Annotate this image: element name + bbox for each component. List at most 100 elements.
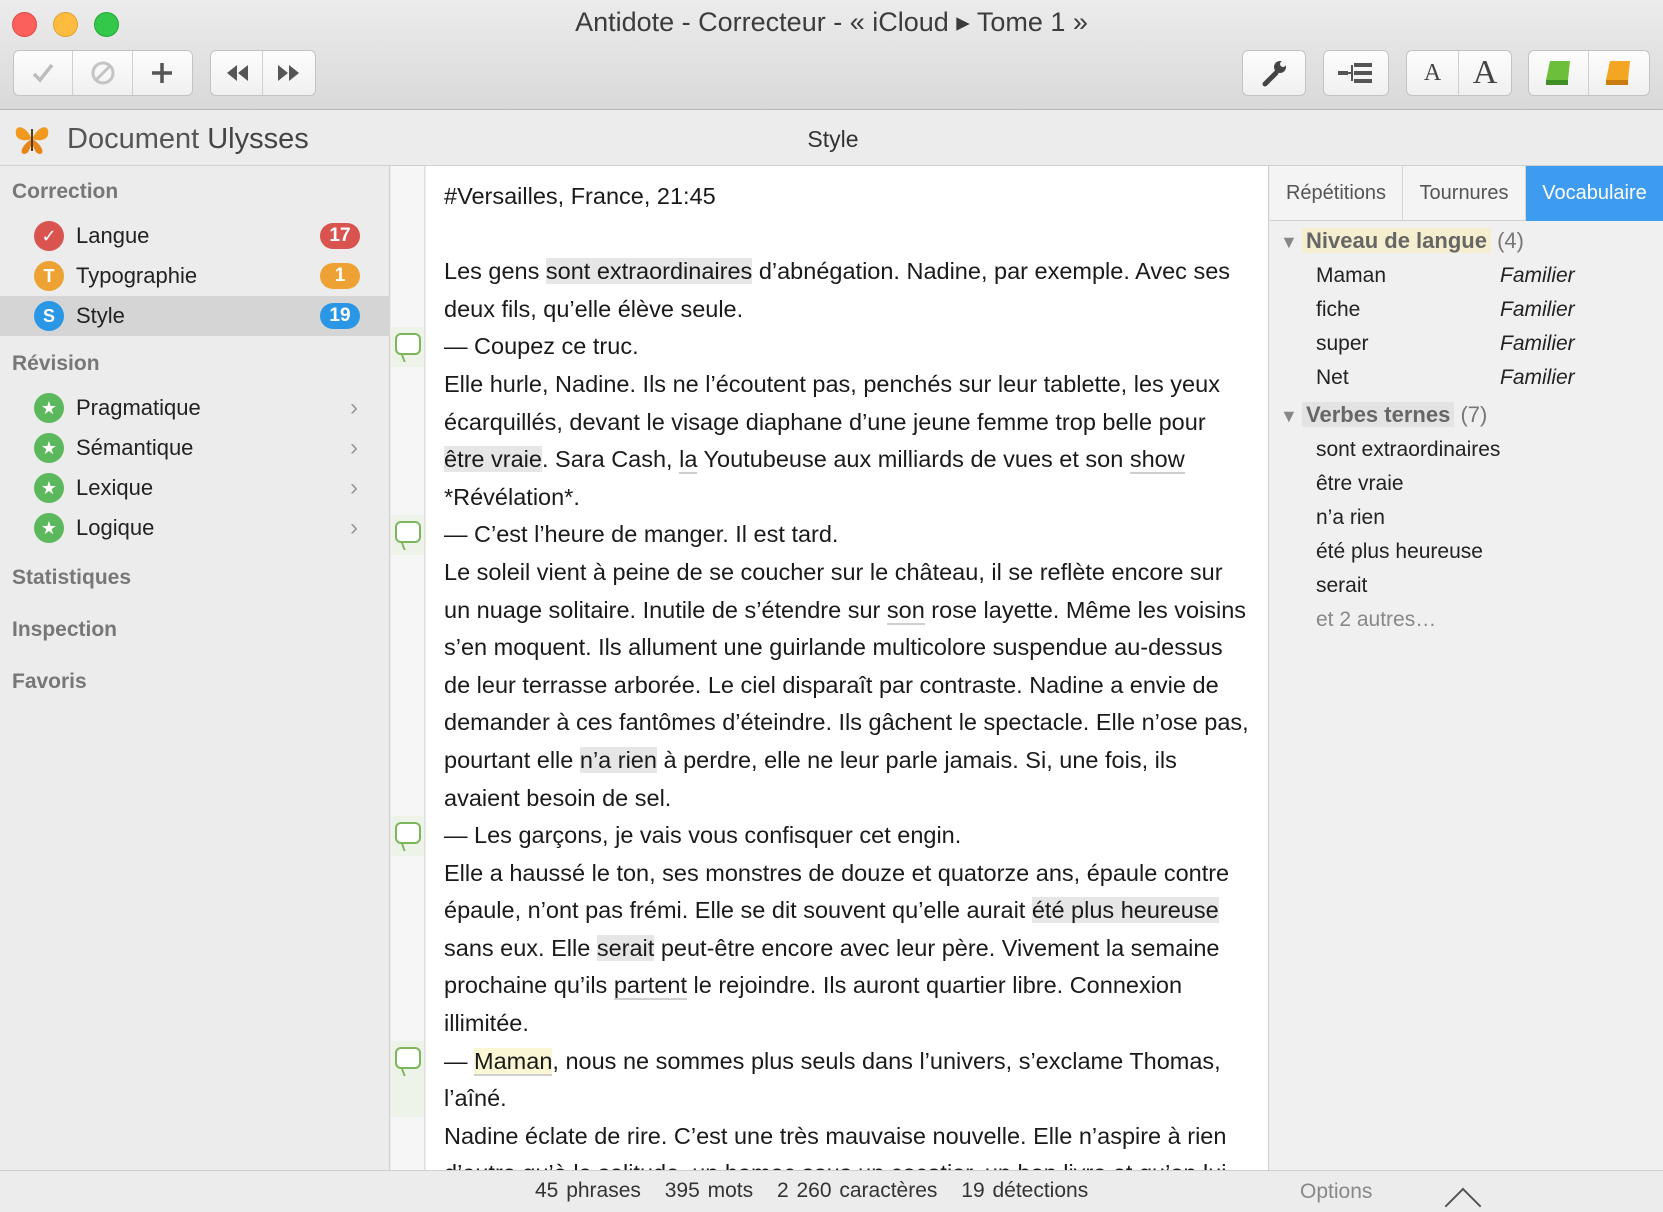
list-item[interactable]: super [1316,332,1369,356]
list-item[interactable]: Maman [1316,264,1386,288]
tree-icon [1338,63,1372,83]
detection-highlight[interactable]: être vraie [444,446,542,473]
list-item-tag: Familier [1500,332,1575,355]
next-button[interactable] [263,51,315,95]
speech-bubble-icon [395,333,421,355]
detection-underline[interactable]: son [886,596,925,625]
group-title: Niveau de langue [1302,228,1491,253]
comment-marker[interactable] [391,816,424,856]
plus-icon [152,63,173,83]
count-badge: 19 [320,303,360,329]
correction-button-group [13,50,193,96]
detection-underline[interactable]: show [1129,446,1185,475]
list-item-tag: Familier [1500,264,1575,287]
section-favoris[interactable]: Favoris [12,670,87,694]
document-text-area[interactable]: #Versailles, France, 21:45 Les gens sont… [426,166,1269,1170]
dialogue-line: — Maman, nous ne sommes plus seuls dans … [444,1047,1221,1112]
typography-icon: T [34,261,64,291]
word-count: 395 mots [664,1179,754,1202]
document-statistics: 45 phrases 395 mots 2 260 caractères 19 … [535,1179,1104,1203]
add-button[interactable] [133,51,192,95]
list-item[interactable]: Net [1316,366,1349,390]
document-header: Document Ulysses Style [0,111,1663,166]
detection-highlight[interactable]: Maman [474,1047,553,1076]
document-text: #Versailles, France, 21:45 Les gens sont… [444,178,1249,1170]
title-bar: Antidote - Correcteur - « iCloud ▸ Tome … [0,0,1663,110]
paragraph: Nadine éclate de rire. C’est une très ma… [444,1122,1227,1170]
group-title: Verbes ternes [1302,402,1455,427]
comment-marker[interactable] [391,515,424,555]
speech-bubble-icon [395,521,421,543]
sidebar-item-label: Sémantique [76,435,194,460]
sidebar-item-label: Style [76,303,125,328]
tab-repetitions[interactable]: Répétitions [1270,166,1403,221]
sidebar-item-style[interactable]: S Style 19 [0,296,390,336]
list-item[interactable]: n’a rien [1316,506,1385,530]
sidebar-item-label: Langue [76,223,150,248]
sidebar-item-pragmatique[interactable]: ★ Pragmatique › [0,388,390,428]
detection-highlight[interactable]: été plus heureuse [1031,897,1219,924]
comment-marker[interactable] [391,327,424,367]
orange-book-icon [1606,61,1630,85]
group-niveau-de-langue[interactable]: ▼ Niveau de langue (4) [1280,228,1524,254]
document-title: Document Ulysses [67,123,309,156]
document-label: Document [67,123,200,155]
settings-button[interactable] [1243,51,1305,95]
group-count: (7) [1460,402,1488,427]
section-revision[interactable]: Révision [12,352,100,376]
star-icon: ★ [34,433,64,463]
list-item[interactable]: fiche [1316,298,1360,322]
tree-button[interactable] [1324,51,1388,95]
sidebar-item-langue[interactable]: ✓ Langue 17 [0,216,390,256]
list-item[interactable]: été plus heureuse [1316,540,1483,564]
correct-button[interactable] [14,51,74,95]
guides-button[interactable] [1589,51,1649,95]
previous-button[interactable] [211,51,264,95]
detection-underline[interactable]: la [679,446,698,475]
sidebar-item-logique[interactable]: ★ Logique › [0,508,390,548]
detection-highlight[interactable]: n’a rien [579,746,657,773]
font-larger-button[interactable]: A [1459,51,1511,95]
ignore-button[interactable] [73,51,133,95]
detections-panel: Répétitions Tournures Vocabulaire ▼ Nivea… [1270,166,1663,1170]
star-icon: ★ [34,513,64,543]
comment-marker[interactable] [391,1041,424,1117]
style-icon: S [34,301,64,331]
prism-title: Style [807,126,859,152]
sidebar-item-semantique[interactable]: ★ Sémantique › [0,428,390,468]
settings-button-group [1242,50,1306,96]
sidebar-item-label: Logique [76,515,155,540]
text-heading: #Versailles, France, 21:45 [444,183,716,209]
detection-highlight[interactable]: sont extraordinaires [545,258,753,285]
dictionaries-button[interactable] [1529,51,1590,95]
paragraph: Les gens sont extraordinaires d’abnégati… [444,258,1231,322]
more-items-link[interactable]: et 2 autres… [1316,608,1436,632]
chevron-up-icon[interactable] [1444,1187,1482,1212]
sidebar-item-typographie[interactable]: T Typographie 1 [0,256,390,296]
section-statistiques[interactable]: Statistiques [12,566,131,590]
speech-bubble-icon [395,1047,421,1069]
options-button[interactable]: Options [1300,1180,1372,1204]
list-item[interactable]: sont extraordinaires [1316,438,1500,462]
dialogue-line: — C’est l’heure de manger. Il est tard. [444,521,839,548]
window-title: Antidote - Correcteur - « iCloud ▸ Tome … [575,7,1088,37]
detection-underline[interactable]: partent [613,972,687,1001]
list-item[interactable]: être vraie [1316,472,1404,496]
group-count: (4) [1497,228,1524,253]
dialogue-line: — Coupez ce truc. [444,333,639,360]
section-correction[interactable]: Correction [12,180,118,204]
font-smaller-button[interactable]: A [1407,51,1460,95]
group-verbes-ternes[interactable]: ▼ Verbes ternes (7) [1280,402,1487,428]
wrench-icon [1262,61,1286,87]
tab-vocabulaire[interactable]: Vocabulaire [1526,166,1663,221]
chevron-right-icon: › [350,514,358,541]
status-bar: 45 phrases 395 mots 2 260 caractères 19 … [0,1170,1663,1212]
detection-highlight[interactable]: serait [596,934,655,961]
tab-tournures[interactable]: Tournures [1403,166,1526,221]
disclosure-triangle-icon: ▼ [1280,406,1298,426]
sidebar-item-lexique[interactable]: ★ Lexique › [0,468,390,508]
section-inspection[interactable]: Inspection [12,618,117,642]
paragraph: Elle a haussé le ton, ses monstres de do… [444,859,1230,1037]
star-icon: ★ [34,473,64,503]
list-item[interactable]: serait [1316,574,1367,598]
